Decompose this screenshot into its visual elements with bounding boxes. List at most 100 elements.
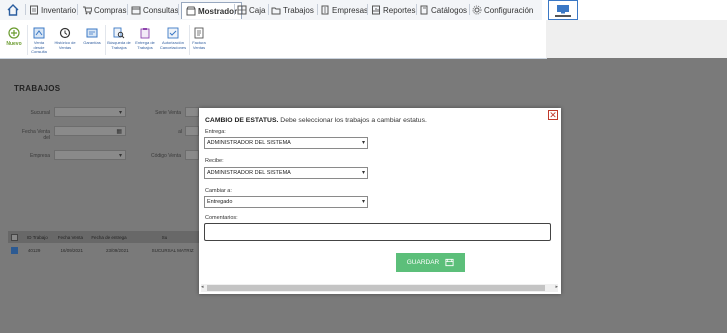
chevron-down-icon: ▾ <box>361 199 365 205</box>
chevron-down-icon: ▾ <box>361 170 365 176</box>
user-name-placeholder <box>555 14 571 17</box>
column-header: Su <box>161 234 168 240</box>
table-row[interactable]: 40129 16/09/2021 23/09/2021 SUCURSAL MAT… <box>8 244 199 256</box>
nav-divider <box>77 4 78 15</box>
tab-label: Mostrador <box>198 6 238 16</box>
fecha-venta-al-input[interactable] <box>185 126 199 136</box>
ribbon-background <box>546 20 727 58</box>
ribbon-button-label: Garantías <box>83 40 101 45</box>
sucursal-label: Sucursal <box>30 110 50 116</box>
factura-ventas-button[interactable]: Factura Ventas <box>190 27 208 50</box>
ribbon-button-label: Factura Ventas <box>192 40 206 50</box>
dialog-title: CAMBIO DE ESTATUS. Debe seleccionar los … <box>205 117 427 124</box>
dialog-title-rest: Debe seleccionar los trabajos a cambiar … <box>280 117 427 124</box>
save-button-label: GUARDAR <box>406 259 440 266</box>
cambiar-label: Cambiar a: <box>205 188 232 194</box>
row-checkbox[interactable] <box>8 246 22 254</box>
user-menu-button[interactable] <box>548 0 578 20</box>
fecha-venta-label: Fecha Venta del <box>21 129 50 141</box>
fecha-venta-del-input[interactable]: ▦ <box>54 126 126 136</box>
entrega-trabajos-button[interactable]: Entrega de Trabajos <box>134 27 156 50</box>
book-icon <box>419 5 429 15</box>
codigo-venta-input[interactable] <box>185 150 199 160</box>
autorizacion-cancelaciones-button[interactable]: Autorización Cancelaciones <box>158 27 188 50</box>
tab-label: Compras <box>94 5 127 15</box>
tab-reportes[interactable]: Reportes <box>371 2 415 18</box>
nav-divider <box>317 4 318 15</box>
document-icon <box>29 5 39 15</box>
monitor-icon <box>557 4 569 13</box>
nav-divider <box>367 4 368 15</box>
clipboard-icon <box>139 27 151 39</box>
comentarios-label: Comentarios: <box>205 215 238 221</box>
nav-divider <box>469 4 470 15</box>
tab-configuracion[interactable]: Configuración <box>472 2 533 18</box>
save-icon <box>445 258 454 267</box>
garantias-button[interactable]: Garantías <box>82 27 102 46</box>
tab-label: Caja <box>249 5 266 15</box>
tab-catalogos[interactable]: Catálogos <box>419 2 467 18</box>
invoice-icon <box>193 27 205 39</box>
ribbon-toolbar: Nuevo Venta desde Consulta Histórico de … <box>0 20 547 59</box>
nav-divider <box>178 4 179 15</box>
building-icon <box>320 5 330 15</box>
table-cell: 16/09/2021 <box>60 247 83 253</box>
save-button[interactable]: GUARDAR <box>396 253 465 272</box>
tab-inventario[interactable]: Inventario <box>29 2 76 18</box>
scrollbar-thumb[interactable] <box>207 285 545 291</box>
nav-divider <box>127 4 128 15</box>
page-title: TRABAJOS <box>14 84 61 93</box>
table-cell: SUCURSAL MATRIZ <box>151 247 194 253</box>
store-icon <box>186 6 196 16</box>
home-icon[interactable] <box>6 3 20 17</box>
busqueda-trabajos-button[interactable]: Búsqueda de Trabajos <box>107 27 131 50</box>
cart-icon <box>82 5 92 15</box>
folder-icon <box>271 5 281 15</box>
entrega-select[interactable]: ADMINISTRADOR DEL SISTEMA ▾ <box>204 137 368 149</box>
calendar-icon <box>131 5 141 15</box>
sale-consult-icon <box>33 27 45 39</box>
historico-ventas-button[interactable]: Histórico de Ventas <box>54 27 76 50</box>
cambiar-select[interactable]: Entregado ▾ <box>204 196 368 208</box>
tab-trabajos[interactable]: Trabajos <box>271 2 314 18</box>
tab-mostrador[interactable]: Mostrador <box>181 2 243 19</box>
tab-label: Reportes <box>383 5 416 15</box>
tab-label: Catálogos <box>431 5 468 15</box>
codigo-venta-label: Código Venta <box>150 153 181 159</box>
venta-desde-consulta-button[interactable]: Venta desde Consulta <box>28 27 50 55</box>
comentarios-input[interactable] <box>204 223 551 241</box>
ribbon-button-label: Autorización Cancelaciones <box>159 40 187 50</box>
nav-divider <box>268 4 269 15</box>
close-button[interactable]: ✕ <box>548 110 558 120</box>
ribbon-button-label: Búsqueda de Trabajos <box>107 40 131 50</box>
sucursal-select[interactable]: ▾ <box>54 107 126 117</box>
column-header: Fecha Venta <box>57 234 84 240</box>
serie-venta-label: Serie Venta <box>155 110 181 116</box>
nav-divider <box>25 4 26 15</box>
search-document-icon <box>113 27 125 39</box>
ribbon-button-label: Venta desde Consulta <box>31 40 47 54</box>
dialog-title-bold: CAMBIO DE ESTATUS. <box>205 117 279 124</box>
new-button[interactable]: Nuevo <box>4 27 24 47</box>
table-cell: 23/09/2021 <box>106 247 129 253</box>
empresa-select[interactable]: ▾ <box>54 150 126 160</box>
top-nav-bar: Inventario Compras Consultas Mostrador C… <box>0 0 727 21</box>
change-status-dialog: ✕ CAMBIO DE ESTATUS. Debe seleccionar lo… <box>199 108 561 294</box>
tab-compras[interactable]: Compras <box>82 2 126 18</box>
history-icon <box>59 27 71 39</box>
horizontal-scrollbar[interactable]: ◂ ▸ <box>201 284 558 292</box>
entrega-label: Entrega: <box>205 129 226 135</box>
scroll-right-icon[interactable]: ▸ <box>555 284 558 290</box>
recibe-select[interactable]: ADMINISTRADOR DEL SISTEMA ▾ <box>204 167 368 179</box>
select-all-checkbox[interactable] <box>8 233 21 241</box>
tab-caja[interactable]: Caja <box>237 2 265 18</box>
tab-consultas[interactable]: Consultas <box>131 2 179 18</box>
column-header: ID Trabajo <box>27 234 48 240</box>
tab-empresas[interactable]: Empresas <box>320 2 368 18</box>
tab-label: Inventario <box>41 5 77 15</box>
ribbon-button-label: Entrega de Trabajos <box>135 40 155 50</box>
tab-label: Empresas <box>332 5 369 15</box>
serie-venta-input[interactable] <box>185 107 199 117</box>
tab-label: Configuración <box>484 5 534 15</box>
scroll-left-icon[interactable]: ◂ <box>201 284 204 290</box>
